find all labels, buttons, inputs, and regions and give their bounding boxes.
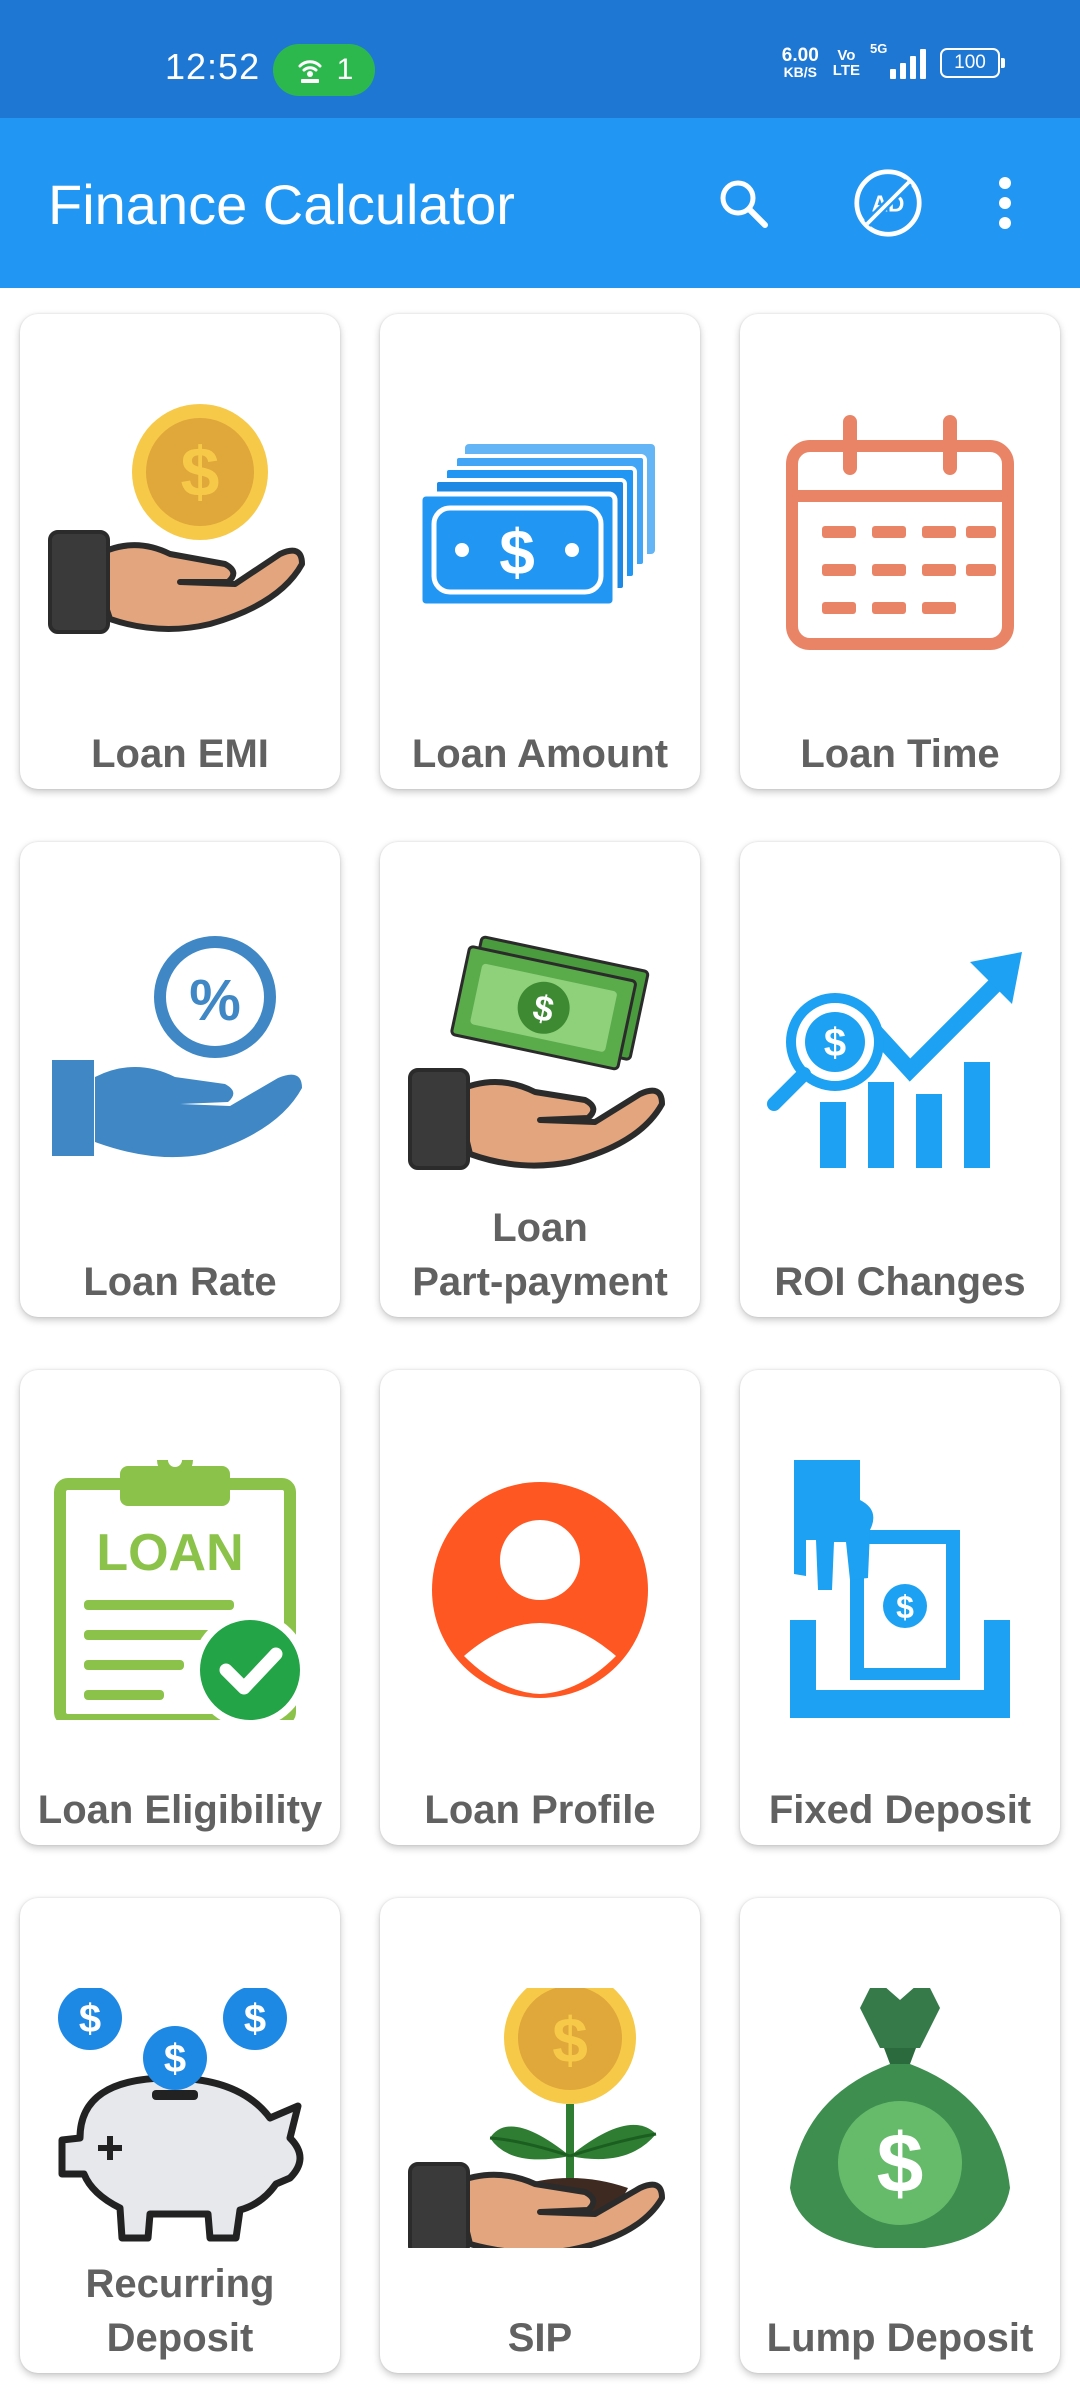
ad-off-icon: AD [854, 169, 922, 237]
tile-loan-rate[interactable]: % Loan Rate [20, 842, 340, 1317]
tile-label: ROI Changes [774, 1260, 1026, 1304]
tile-label: SIP [507, 2316, 573, 2360]
status-indicators: 6.00 KB/S Vo LTE 5G 100 [782, 41, 1005, 79]
user-avatar-icon [400, 1460, 680, 1720]
tile-loan-eligibility[interactable]: LOAN Loan Eligibility [20, 1370, 340, 1845]
network-speed: 6.00 KB/S [782, 46, 819, 79]
svg-text:$: $ [824, 1021, 846, 1065]
tile-label: Loan EMI [91, 732, 269, 776]
tile-label: Loan Amount [411, 732, 669, 776]
svg-text:%: % [189, 968, 241, 1033]
cash-stack-icon: $ [400, 404, 680, 664]
svg-text:$: $ [896, 1589, 914, 1625]
app-title: Finance Calculator [48, 173, 515, 236]
tile-roi-changes[interactable]: $ ROI Changes [740, 842, 1060, 1317]
hand-cash-icon: $ [400, 932, 680, 1192]
battery-icon: 100 [940, 47, 1005, 78]
battery-level: 100 [954, 51, 986, 73]
hand-percent-icon: % [40, 932, 320, 1192]
svg-text:$: $ [181, 433, 220, 511]
hotspot-icon [298, 60, 322, 83]
money-plant-icon: $ [400, 1988, 680, 2248]
cash-deposit-icon: $ [760, 1460, 1040, 1720]
tile-label: Loan Part-payment [412, 1206, 668, 1304]
tile-loan-emi[interactable]: $ Loan EMI [20, 314, 340, 789]
tile-loan-profile[interactable]: Loan Profile [380, 1370, 700, 1845]
svg-text:$: $ [164, 2037, 186, 2081]
svg-text:$: $ [499, 516, 535, 588]
overflow-menu-button[interactable] [980, 168, 1030, 238]
svg-text:$: $ [79, 1997, 101, 2041]
tile-label: Recurring Deposit [85, 2262, 275, 2360]
remove-ads-button[interactable]: AD [853, 168, 923, 238]
volte-indicator: Vo LTE [833, 48, 860, 78]
tile-fixed-deposit[interactable]: $ Fixed Deposit [740, 1370, 1060, 1845]
search-button[interactable] [708, 168, 778, 238]
hotspot-count: 1 [336, 53, 354, 86]
hotspot-indicator[interactable]: 1 [273, 44, 375, 96]
tile-loan-part-payment[interactable]: $ Loan Part-payment [380, 842, 700, 1317]
tile-sip[interactable]: $ SIP [380, 1898, 700, 2373]
hand-coin-icon: $ [40, 404, 320, 664]
search-icon [720, 180, 768, 228]
tile-loan-time[interactable]: Loan Time [740, 314, 1060, 789]
tile-label: Loan Profile [424, 1788, 656, 1832]
net-speed-value: 6.00 [781, 45, 819, 66]
tile-label: Loan Time [800, 732, 1000, 776]
tile-label: Fixed Deposit [768, 1788, 1032, 1832]
loan-clipboard-icon: LOAN [40, 1460, 320, 1720]
more-vert-icon [999, 177, 1011, 229]
status-time: 12:52 [165, 46, 261, 87]
piggy-bank-icon: $ $ $ [40, 1988, 320, 2248]
tile-label: Loan Rate [83, 1260, 277, 1304]
growth-chart-icon: $ [760, 932, 1040, 1192]
calendar-icon [760, 404, 1040, 664]
status-bar: 12:52 1 6.00 KB/S Vo LTE 5G 100 [0, 0, 1080, 118]
tile-label: Lump Deposit [766, 2316, 1034, 2360]
tile-label: Loan Eligibility [37, 1788, 323, 1832]
volte-top: Vo [837, 46, 856, 64]
tile-lump-deposit[interactable]: $ Lump Deposit [740, 1898, 1060, 2373]
app-bar: Finance Calculator AD [0, 118, 1080, 288]
svg-text:$: $ [552, 2004, 588, 2076]
svg-text:$: $ [877, 2116, 924, 2210]
tile-loan-amount[interactable]: $ Loan Amount [380, 314, 700, 789]
signal-icon: 5G [870, 41, 926, 79]
money-bag-icon: $ [760, 1988, 1040, 2248]
tile-recurring-deposit[interactable]: $ $ $ Recurring Deposit [20, 1898, 340, 2373]
net-speed-unit: KB/S [783, 64, 818, 80]
svg-text:$: $ [244, 1997, 266, 2041]
network-type: 5G [870, 40, 888, 56]
svg-text:LOAN: LOAN [96, 1524, 243, 1582]
volte-bottom: LTE [832, 61, 860, 79]
